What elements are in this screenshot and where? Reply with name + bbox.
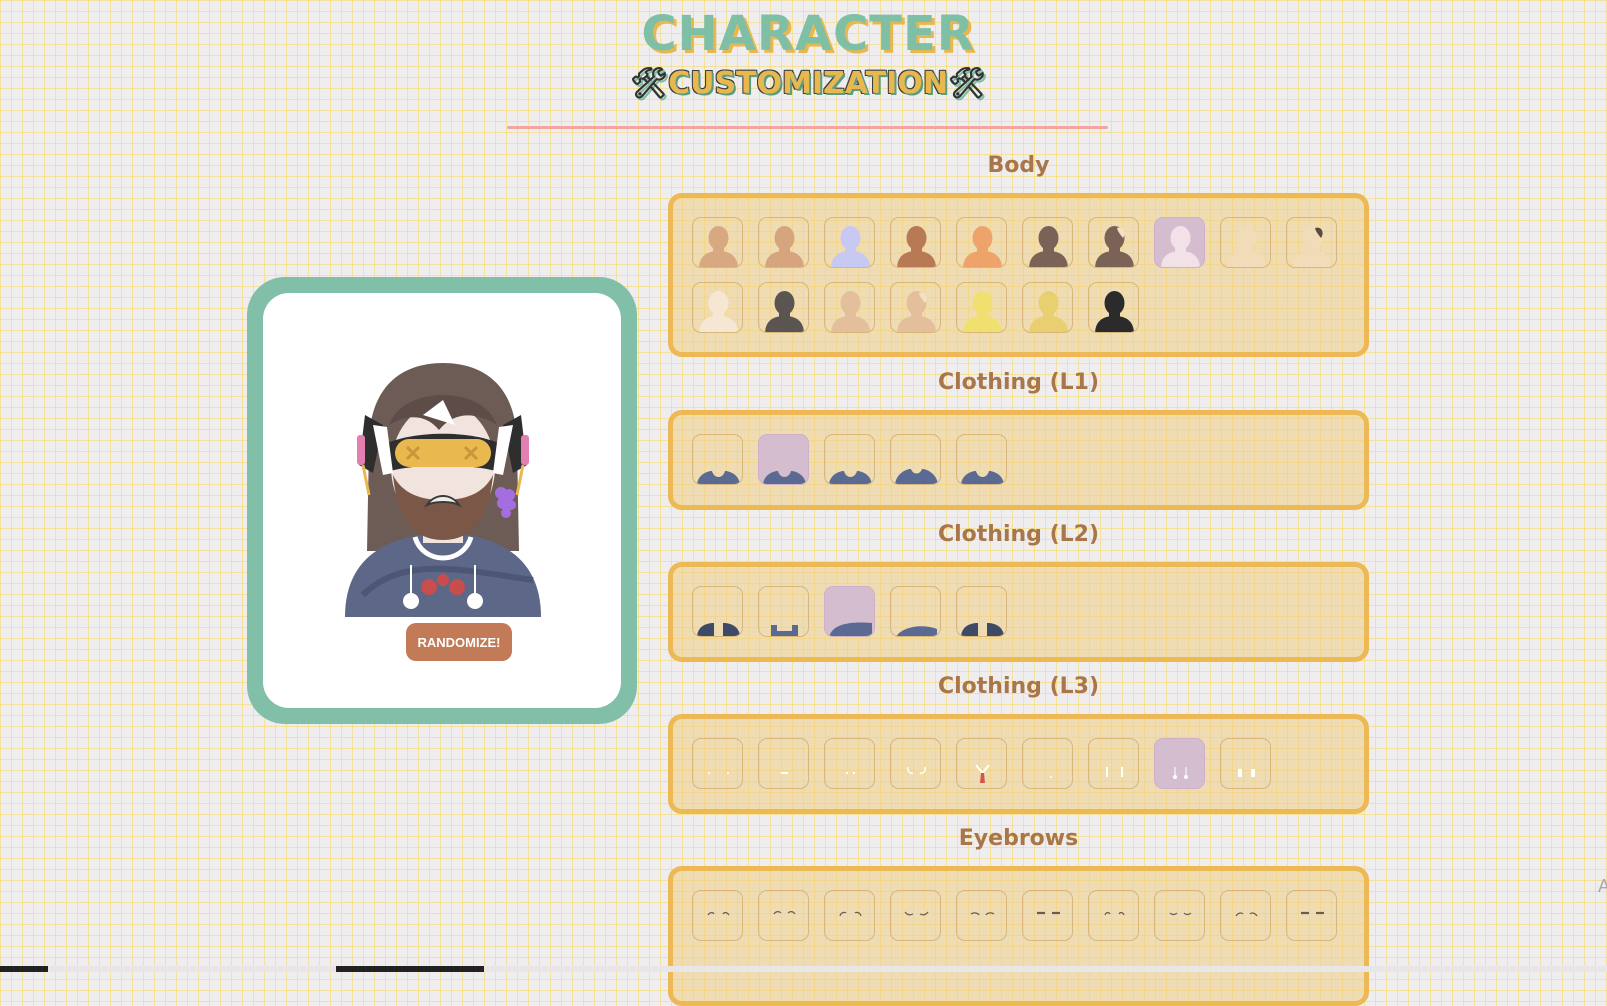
options-panel-brows	[668, 866, 1369, 1006]
option-thumb-cloth2[interactable]	[758, 586, 809, 637]
option-thumb-brows[interactable]	[956, 890, 1007, 941]
taskbar-segment	[0, 966, 48, 972]
option-thumb-cloth2[interactable]	[956, 586, 1007, 637]
options-grid	[692, 890, 1362, 941]
options-panel-cloth2	[668, 562, 1369, 662]
page-subtitle-text: CUSTOMIZATION	[668, 66, 948, 101]
option-thumb-cloth1[interactable]	[758, 434, 809, 485]
option-thumb-brows[interactable]	[824, 890, 875, 941]
option-thumb-cloth1[interactable]	[824, 434, 875, 485]
option-thumb-cloth3[interactable]	[956, 738, 1007, 789]
page-title: CHARACTER	[641, 6, 975, 62]
section-title: Clothing (L2)	[937, 522, 1100, 547]
options-panel-cloth3	[668, 714, 1369, 814]
section-title: Body	[987, 153, 1050, 178]
option-thumb-cloth3[interactable]	[1154, 738, 1205, 789]
edge-text: A	[1598, 876, 1607, 896]
option-thumb-body[interactable]	[758, 217, 809, 268]
options-grid	[692, 217, 1362, 333]
option-thumb-cloth3[interactable]	[758, 738, 809, 789]
option-thumb-brows[interactable]	[758, 890, 809, 941]
option-thumb-brows[interactable]	[1286, 890, 1337, 941]
option-thumb-body[interactable]	[1088, 217, 1139, 268]
option-thumb-brows[interactable]	[1088, 890, 1139, 941]
option-thumb-cloth1[interactable]	[692, 434, 743, 485]
option-thumb-brows[interactable]	[1022, 890, 1073, 941]
section-title: Clothing (L1)	[937, 370, 1100, 395]
options-grid	[692, 586, 1362, 637]
avatar-preview-panel: RANDOMIZE!	[263, 293, 621, 708]
option-thumb-cloth3[interactable]	[1220, 738, 1271, 789]
option-thumb-brows[interactable]	[692, 890, 743, 941]
section-title: Eyebrows	[958, 826, 1079, 851]
taskbar-strip	[0, 966, 1607, 972]
option-thumb-body[interactable]	[1022, 282, 1073, 333]
randomize-button[interactable]: RANDOMIZE!	[406, 623, 512, 661]
option-thumb-cloth3[interactable]	[1088, 738, 1139, 789]
option-thumb-cloth2[interactable]	[692, 586, 743, 637]
taskbar-segment	[336, 966, 484, 972]
option-thumb-cloth3[interactable]	[692, 738, 743, 789]
options-panel-body	[668, 193, 1369, 357]
option-thumb-body[interactable]	[692, 217, 743, 268]
option-thumb-body[interactable]	[692, 282, 743, 333]
option-thumb-body[interactable]	[1022, 217, 1073, 268]
option-thumb-cloth3[interactable]	[1022, 738, 1073, 789]
options-grid	[692, 434, 1362, 485]
avatar-preview-card: RANDOMIZE!	[247, 277, 637, 724]
option-thumb-cloth2[interactable]	[890, 586, 941, 637]
option-thumb-cloth2[interactable]	[824, 586, 875, 637]
title-divider	[507, 126, 1108, 129]
option-thumb-brows[interactable]	[1154, 890, 1205, 941]
option-thumb-body[interactable]	[890, 217, 941, 268]
page-subtitle: 🛠CUSTOMIZATION🛠	[0, 66, 1607, 101]
tools-icon: 🛠	[629, 66, 669, 101]
option-thumb-body[interactable]	[956, 282, 1007, 333]
option-thumb-body[interactable]	[824, 282, 875, 333]
option-thumb-body[interactable]	[1154, 217, 1205, 268]
option-thumb-body[interactable]	[1286, 217, 1337, 268]
option-thumb-cloth1[interactable]	[956, 434, 1007, 485]
option-thumb-body[interactable]	[1220, 217, 1271, 268]
option-thumb-body[interactable]	[824, 217, 875, 268]
character-avatar	[345, 363, 541, 617]
option-thumb-body[interactable]	[890, 282, 941, 333]
option-thumb-body[interactable]	[1088, 282, 1139, 333]
tools-icon: 🛠	[947, 66, 987, 101]
option-thumb-cloth3[interactable]	[824, 738, 875, 789]
options-grid	[692, 738, 1362, 789]
option-thumb-brows[interactable]	[890, 890, 941, 941]
option-thumb-brows[interactable]	[1220, 890, 1271, 941]
option-thumb-cloth3[interactable]	[890, 738, 941, 789]
section-title: Clothing (L3)	[937, 674, 1100, 699]
options-panel-cloth1	[668, 410, 1369, 510]
option-thumb-body[interactable]	[758, 282, 809, 333]
option-thumb-body[interactable]	[956, 217, 1007, 268]
option-thumb-cloth1[interactable]	[890, 434, 941, 485]
